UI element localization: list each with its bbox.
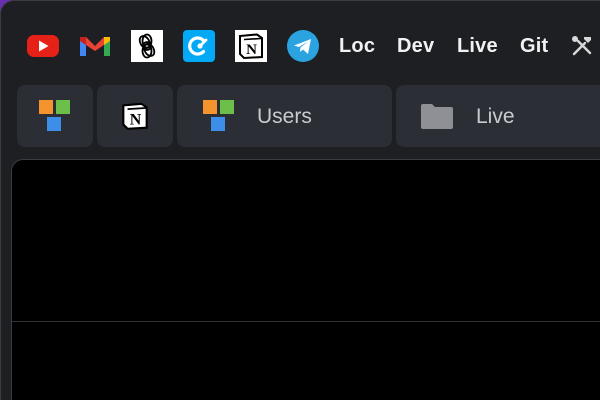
telegram-icon	[287, 30, 319, 62]
tiles-icon	[203, 100, 235, 132]
tiles-icon	[39, 100, 71, 132]
bookmark-gmail[interactable]	[80, 30, 110, 62]
bookmark-live[interactable]: Live	[457, 35, 498, 58]
bookmark-openai[interactable]	[131, 30, 163, 62]
notion-icon: N	[122, 102, 148, 130]
bookmark-notion[interactable]: N	[235, 30, 267, 62]
notion-icon: N	[235, 30, 267, 62]
tools-icon	[572, 36, 592, 56]
gmail-icon	[80, 37, 110, 56]
bookmark-git[interactable]: Git	[520, 35, 548, 58]
tab-tiles-app[interactable]	[17, 85, 93, 147]
tab-live[interactable]: Live	[396, 85, 600, 147]
folder-icon	[421, 104, 453, 129]
bookmarks-bar: N Loc Dev Live Git	[1, 1, 600, 73]
tab-users[interactable]: Users	[177, 85, 392, 147]
clockify-icon	[183, 30, 215, 62]
bookmark-tools[interactable]	[568, 30, 596, 62]
tab-label: Live	[476, 105, 515, 128]
browser-window: N Loc Dev Live Git N Users Live	[0, 0, 600, 400]
content-divider	[12, 321, 600, 322]
bookmark-clockify[interactable]	[183, 30, 215, 62]
bookmark-dev[interactable]: Dev	[397, 35, 434, 58]
tab-label: Users	[257, 105, 312, 128]
bookmark-youtube[interactable]	[27, 30, 59, 62]
svg-text:N: N	[246, 42, 257, 58]
bookmark-telegram[interactable]	[287, 30, 319, 62]
bookmark-loc[interactable]: Loc	[339, 35, 375, 58]
openai-icon	[131, 30, 163, 62]
youtube-icon	[27, 35, 59, 57]
tab-bar: N Users Live	[1, 73, 600, 159]
page-content	[11, 159, 600, 400]
svg-text:N: N	[130, 112, 142, 129]
tab-notion[interactable]: N	[97, 85, 173, 147]
